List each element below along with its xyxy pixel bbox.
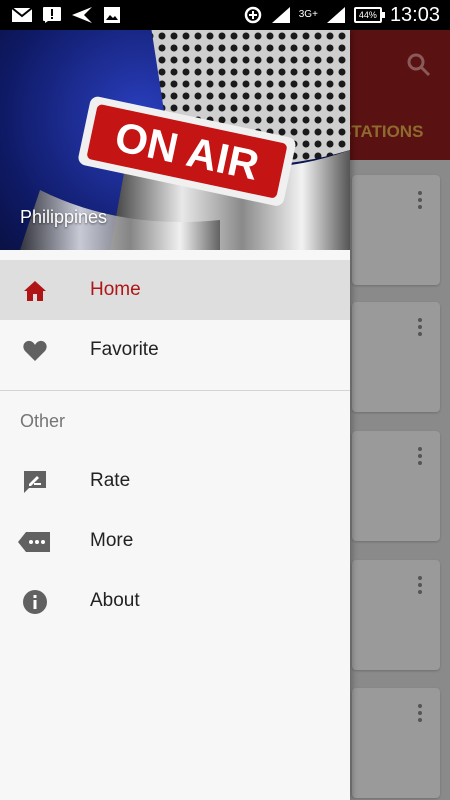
navigation-drawer: ON AIR Philippines Home Favorite Other R… xyxy=(0,30,350,800)
overflow-menu-icon xyxy=(418,191,422,212)
station-card xyxy=(352,431,440,541)
menu-label-favorite: Favorite xyxy=(90,339,159,360)
station-card xyxy=(352,175,440,285)
more-icon xyxy=(18,529,50,555)
menu-item-about[interactable]: About xyxy=(0,571,350,631)
menu-item-rate[interactable]: Rate xyxy=(0,451,350,511)
overflow-menu-icon xyxy=(418,318,422,339)
menu-label-home: Home xyxy=(90,279,141,300)
station-card xyxy=(352,302,440,412)
home-icon xyxy=(22,278,48,304)
overflow-menu-icon xyxy=(418,447,422,468)
heart-icon xyxy=(22,338,48,364)
share-arrow-icon xyxy=(72,7,92,23)
station-card xyxy=(352,688,440,798)
station-card xyxy=(352,560,440,670)
overflow-menu-icon xyxy=(418,576,422,597)
drawer-header: ON AIR Philippines xyxy=(0,30,350,250)
network-type: 3G+ xyxy=(298,9,318,20)
section-title-other: Other xyxy=(20,411,66,431)
menu-item-favorite[interactable]: Favorite xyxy=(0,320,350,380)
data-saver-icon xyxy=(243,6,263,24)
battery-indicator: 44% xyxy=(353,7,385,23)
tab-stations: STATIONS xyxy=(340,122,424,141)
search-icon xyxy=(406,52,432,78)
status-bar: 3G+ 44% 13:03 xyxy=(0,0,450,30)
status-bar-notifications xyxy=(0,7,122,23)
menu-label-about: About xyxy=(90,590,140,611)
menu-item-home[interactable]: Home xyxy=(0,260,350,320)
menu-item-more[interactable]: More xyxy=(0,511,350,571)
image-icon xyxy=(102,7,122,23)
info-icon xyxy=(22,589,48,615)
status-bar-system: 3G+ 44% 13:03 xyxy=(243,4,450,27)
signal-icon xyxy=(271,7,291,23)
rate-icon xyxy=(22,469,48,495)
clock: 13:03 xyxy=(389,3,440,26)
signal-icon-2 xyxy=(326,7,346,23)
country-name: Philippines xyxy=(20,207,108,227)
menu-label-more: More xyxy=(90,530,134,551)
alert-icon xyxy=(42,7,62,23)
divider xyxy=(0,390,350,391)
menu-label-rate: Rate xyxy=(90,470,131,491)
mail-icon xyxy=(12,7,32,23)
overflow-menu-icon xyxy=(418,704,422,725)
